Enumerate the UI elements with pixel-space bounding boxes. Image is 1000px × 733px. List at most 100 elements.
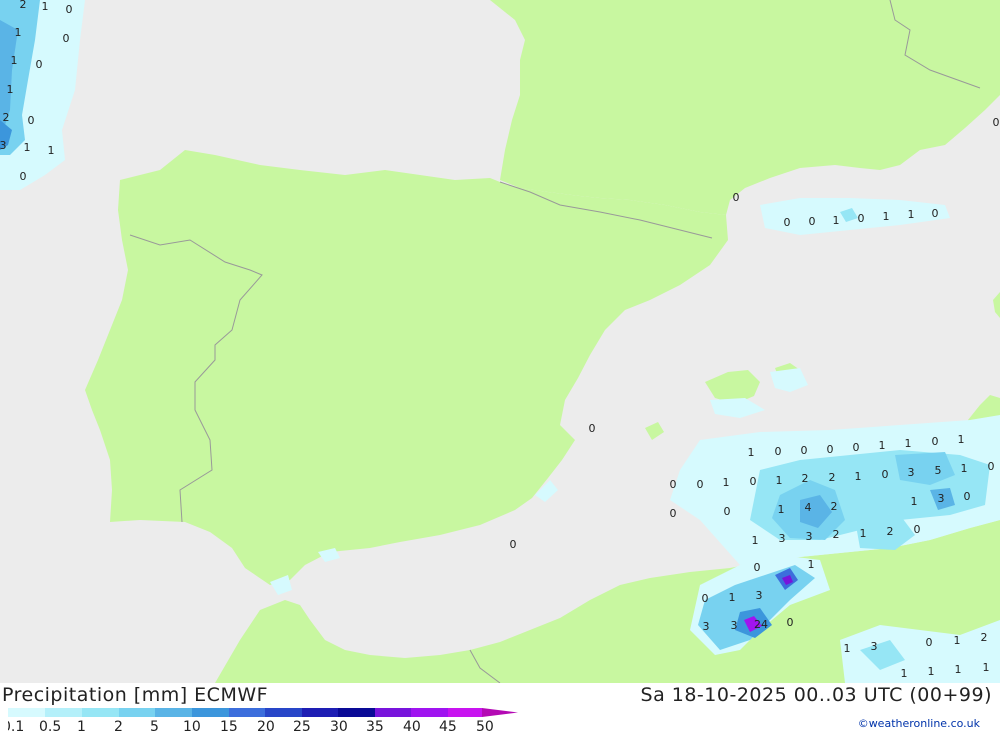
precip-value: 1 [928, 665, 935, 678]
precip-value: 1 [908, 208, 915, 221]
legend-swatch [302, 708, 338, 717]
precip-value: 1 [778, 503, 785, 516]
precip-value: 3 [779, 532, 786, 545]
precip-value: 1 [844, 642, 851, 655]
precip-value: 1 [883, 210, 890, 223]
precipitation-map: 2 1 0 0 1 1 0 1 2 0 3 1 1 0 0 0 0 1 0 1 … [0, 0, 1000, 684]
precip-value: 0 [932, 207, 939, 220]
precip-value: 1 [723, 476, 730, 489]
precip-value: 0 [914, 523, 921, 536]
precip-value: 1 [901, 667, 908, 680]
legend-label: 25 [293, 719, 311, 733]
legend-labels: 0.1 0.5 1 2 5 10 15 20 25 30 35 40 45 50 [8, 719, 494, 733]
precip-value: 1 [15, 26, 22, 39]
legend-swatch [192, 708, 229, 717]
precip-value: 2 [3, 111, 10, 124]
legend-label: 20 [257, 719, 275, 733]
legend-swatch [45, 708, 82, 717]
precip-value: 1 [879, 439, 886, 452]
precip-value: 3 [0, 139, 7, 152]
precip-value: 24 [754, 618, 768, 631]
precip-value: 1 [11, 54, 18, 67]
precip-value: 1 [958, 433, 965, 446]
precip-value: 0 [670, 478, 677, 491]
precip-value: 0 [926, 636, 933, 649]
precip-value: 0 [801, 444, 808, 457]
precip-value: 0 [809, 215, 816, 228]
precip-value: 1 [961, 462, 968, 475]
precip-value: 1 [860, 527, 867, 540]
precip-value: 1 [729, 591, 736, 604]
map-canvas: 2 1 0 0 1 1 0 1 2 0 3 1 1 0 0 0 0 1 0 1 … [0, 0, 1000, 684]
precip-value: 0 [993, 116, 1000, 129]
precip-value: 3 [806, 530, 813, 543]
precip-value: 0 [964, 490, 971, 503]
precip-value: 0 [510, 538, 517, 551]
precip-value: 0 [827, 443, 834, 456]
legend-swatch [119, 708, 155, 717]
precip-value: 0 [63, 32, 70, 45]
precip-value: 2 [802, 472, 809, 485]
precip-value: 3 [908, 466, 915, 479]
precip-value: 1 [776, 474, 783, 487]
legend-swatches [8, 708, 518, 717]
precip-value: 3 [703, 620, 710, 633]
precip-value: 1 [42, 0, 49, 13]
legend-swatch [82, 708, 119, 717]
precip-value: 3 [938, 492, 945, 505]
credit-link[interactable]: ©weatheronline.co.uk [858, 717, 980, 730]
forecast-run-info: Sa 18-10-2025 00..03 UTC (00+99) [640, 684, 992, 706]
legend-label: 35 [366, 719, 384, 733]
precip-value: 5 [935, 464, 942, 477]
precip-value: 2 [829, 471, 836, 484]
precip-value: 0 [697, 478, 704, 491]
precip-value: 2 [981, 631, 988, 644]
precip-value: 2 [831, 500, 838, 513]
legend-label: 40 [403, 719, 421, 733]
map-footer: Precipitation [mm] ECMWF Sa 18-10-2025 0… [0, 683, 1000, 733]
map-title: Precipitation [mm] ECMWF [2, 684, 269, 706]
legend-arrow [482, 708, 518, 717]
legend-label: 50 [476, 719, 494, 733]
precip-value: 0 [784, 216, 791, 229]
precip-value: 0 [670, 507, 677, 520]
precip-value: 1 [748, 446, 755, 459]
legend-swatch [229, 708, 265, 717]
legend-swatch [375, 708, 411, 717]
legend-label: 15 [220, 719, 238, 733]
legend-label: 0.5 [39, 719, 61, 733]
precip-value: 3 [756, 589, 763, 602]
legend-swatch [448, 708, 482, 717]
legend-swatch [411, 708, 448, 717]
precip-value: 0 [724, 505, 731, 518]
precip-value: 0 [28, 114, 35, 127]
legend-swatch [8, 708, 45, 717]
precip-value: 0 [66, 3, 73, 16]
precip-value: 2 [887, 525, 894, 538]
precip-value: 1 [911, 495, 918, 508]
precip-value: 0 [733, 191, 740, 204]
legend-swatch [338, 708, 375, 717]
precip-value: 0 [988, 460, 995, 473]
precip-value: 2 [833, 528, 840, 541]
precip-value: 0 [775, 445, 782, 458]
legend-label: 0.1 [8, 719, 24, 733]
precip-value: 1 [752, 534, 759, 547]
precip-value: 0 [36, 58, 43, 71]
legend-swatch [155, 708, 192, 717]
precip-value: 0 [853, 441, 860, 454]
legend-label: 5 [150, 719, 159, 733]
precip-value: 1 [48, 144, 55, 157]
precip-value: 2 [20, 0, 27, 11]
precip-value: 0 [20, 170, 27, 183]
precip-value: 1 [833, 214, 840, 227]
precip-value: 0 [787, 616, 794, 629]
precip-value: 1 [954, 634, 961, 647]
precip-value: 0 [750, 475, 757, 488]
precip-value: 0 [702, 592, 709, 605]
legend-label: 45 [439, 719, 457, 733]
precip-value: 0 [882, 468, 889, 481]
precip-value: 1 [24, 141, 31, 154]
legend-label: 30 [330, 719, 348, 733]
precip-value: 0 [858, 212, 865, 225]
